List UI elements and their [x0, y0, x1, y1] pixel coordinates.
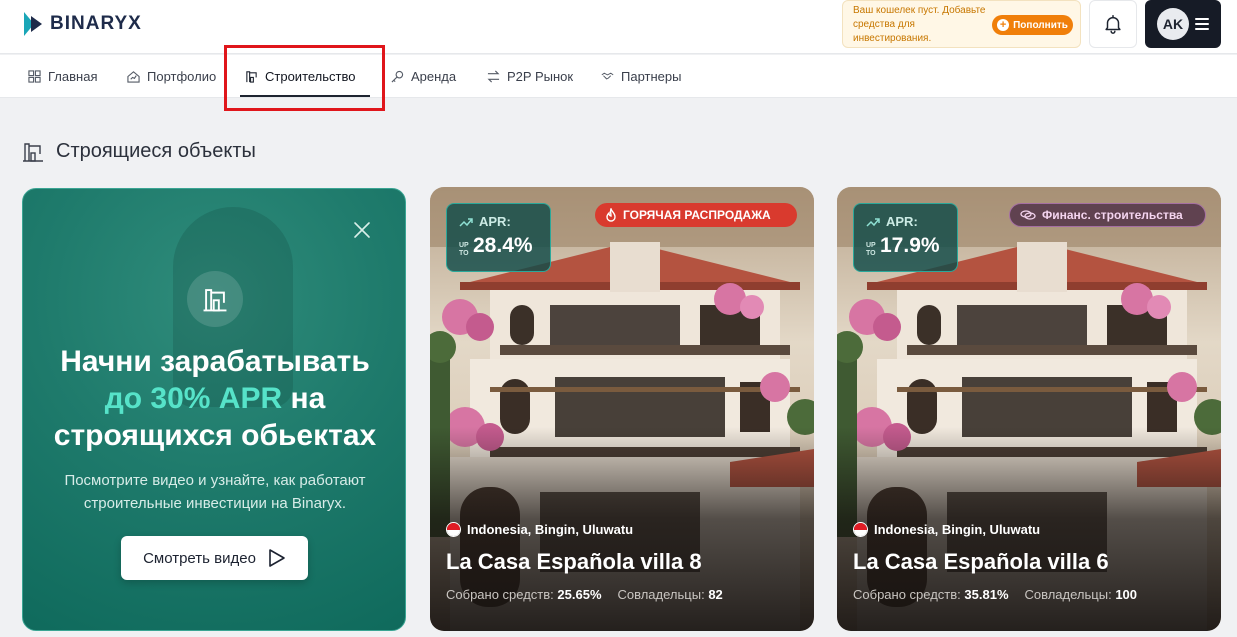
apr-value: 28.4%: [473, 234, 533, 257]
nav-item-rent[interactable]: Аренда: [391, 55, 456, 98]
construction-icon: [23, 142, 43, 162]
bell-icon: [1105, 15, 1121, 34]
promo-headline-na: на: [290, 382, 326, 415]
property-card[interactable]: APR: UP TO 28.4% ГОРЯЧАЯ РАСПРОДАЖА Indo…: [430, 187, 814, 631]
nav-item-p2p-market[interactable]: P2P Рынок: [487, 55, 573, 98]
nav-item-label: Портфолио: [147, 69, 217, 84]
apr-label: APR:: [459, 214, 511, 229]
nav-item-label: Партнеры: [621, 69, 682, 84]
funds-raised: Собрано средств: 25.65%: [446, 587, 602, 602]
watch-video-button[interactable]: Смотреть видео: [121, 536, 308, 580]
top-header: BINARYX Ваш кошелек пуст. Добавьте средс…: [0, 0, 1237, 54]
promo-card: Начни зарабатывать до 30% APR на строящи…: [22, 188, 406, 631]
nav-item-label: P2P Рынок: [507, 69, 574, 84]
indonesia-flag-icon: [853, 522, 868, 537]
co-owners: Совладельцы: 82: [617, 587, 723, 602]
hot-sale-badge: ГОРЯЧАЯ РАСПРОДАЖА: [595, 203, 797, 227]
trend-up-icon: [866, 217, 880, 227]
promo-subtitle: Посмотрите видео и узнайте, как работают…: [64, 472, 366, 512]
logo-text: BINARYX: [50, 13, 142, 34]
property-stats: Собрано средств: 25.65% Совладельцы: 82: [446, 587, 723, 602]
apr-label: APR:: [866, 214, 918, 229]
apr-value: 17.9%: [880, 234, 940, 257]
annotation-highlight-box: [224, 45, 385, 111]
grid-icon: [28, 70, 41, 83]
wallet-notice: Ваш кошелек пуст. Добавьте средства для …: [842, 0, 1081, 48]
notifications-button[interactable]: [1089, 0, 1137, 48]
construction-icon: [187, 271, 243, 327]
wallet-notice-text: Ваш кошелек пуст. Добавьте средства для …: [853, 5, 986, 44]
binaryx-logo[interactable]: BINARYX: [24, 12, 142, 36]
topup-button[interactable]: + Пополнить: [992, 15, 1073, 35]
promo-headline: Начни зарабатывать до 30% APR на строящи…: [23, 343, 405, 454]
apr-box: APR: UP TO 28.4%: [446, 203, 551, 272]
swap-icon: [487, 70, 500, 83]
co-owners: Совладельцы: 100: [1024, 587, 1138, 602]
handshake-icon: [601, 72, 614, 80]
nav-item-portfolio[interactable]: Портфолио: [127, 55, 216, 98]
promo-headline-line-3: строящихся обьектах: [53, 419, 377, 452]
topup-label: Пополнить: [1013, 19, 1068, 31]
nav-item-label: Аренда: [411, 69, 457, 84]
funds-raised: Собрано средств: 35.81%: [853, 587, 1009, 602]
fire-icon: [606, 208, 616, 222]
property-title[interactable]: La Casa Española villa 6: [853, 549, 1109, 575]
apr-up-to: UP TO: [866, 242, 876, 257]
apr-box: APR: UP TO 17.9%: [853, 203, 958, 272]
key-icon: [391, 70, 404, 83]
main-nav: Главная Портфолио Строительство Аренда P…: [0, 55, 1237, 98]
nav-item-label: Главная: [48, 69, 98, 84]
portfolio-icon: [127, 71, 140, 83]
avatar: AK: [1157, 8, 1189, 40]
trend-up-icon: [459, 217, 473, 227]
menu-icon: [1195, 18, 1209, 30]
user-menu-button[interactable]: AK: [1145, 0, 1221, 48]
nav-item-home[interactable]: Главная: [28, 55, 97, 98]
section-title: Строящиеся объекты: [22, 140, 256, 163]
logo-icon: [24, 12, 44, 36]
apr-up-to: UP TO: [459, 242, 469, 257]
section-title-text: Строящиеся объекты: [56, 140, 256, 162]
nav-item-partners[interactable]: Партнеры: [601, 55, 681, 98]
property-title[interactable]: La Casa Española villa 8: [446, 549, 702, 575]
play-icon: [269, 549, 285, 567]
plus-icon: +: [997, 19, 1010, 31]
promo-apr-highlight: до 30% APR: [104, 382, 283, 415]
construction-finance-badge: Финанс. строительства: [1009, 203, 1206, 227]
indonesia-flag-icon: [446, 522, 461, 537]
promo-headline-line-1: Начни зарабатывать: [60, 345, 370, 378]
watch-video-label: Смотреть видео: [143, 549, 256, 567]
promo-headline-line-2: до 30% APR на: [23, 380, 405, 417]
property-stats: Собрано средств: 35.81% Совладельцы: 100: [853, 587, 1137, 602]
property-location: Indonesia, Bingin, Uluwatu: [853, 522, 1040, 537]
coins-icon: [1020, 210, 1036, 220]
property-card[interactable]: APR: UP TO 17.9% Финанс. строительства I…: [837, 187, 1221, 631]
property-location: Indonesia, Bingin, Uluwatu: [446, 522, 633, 537]
close-icon[interactable]: [351, 219, 373, 241]
